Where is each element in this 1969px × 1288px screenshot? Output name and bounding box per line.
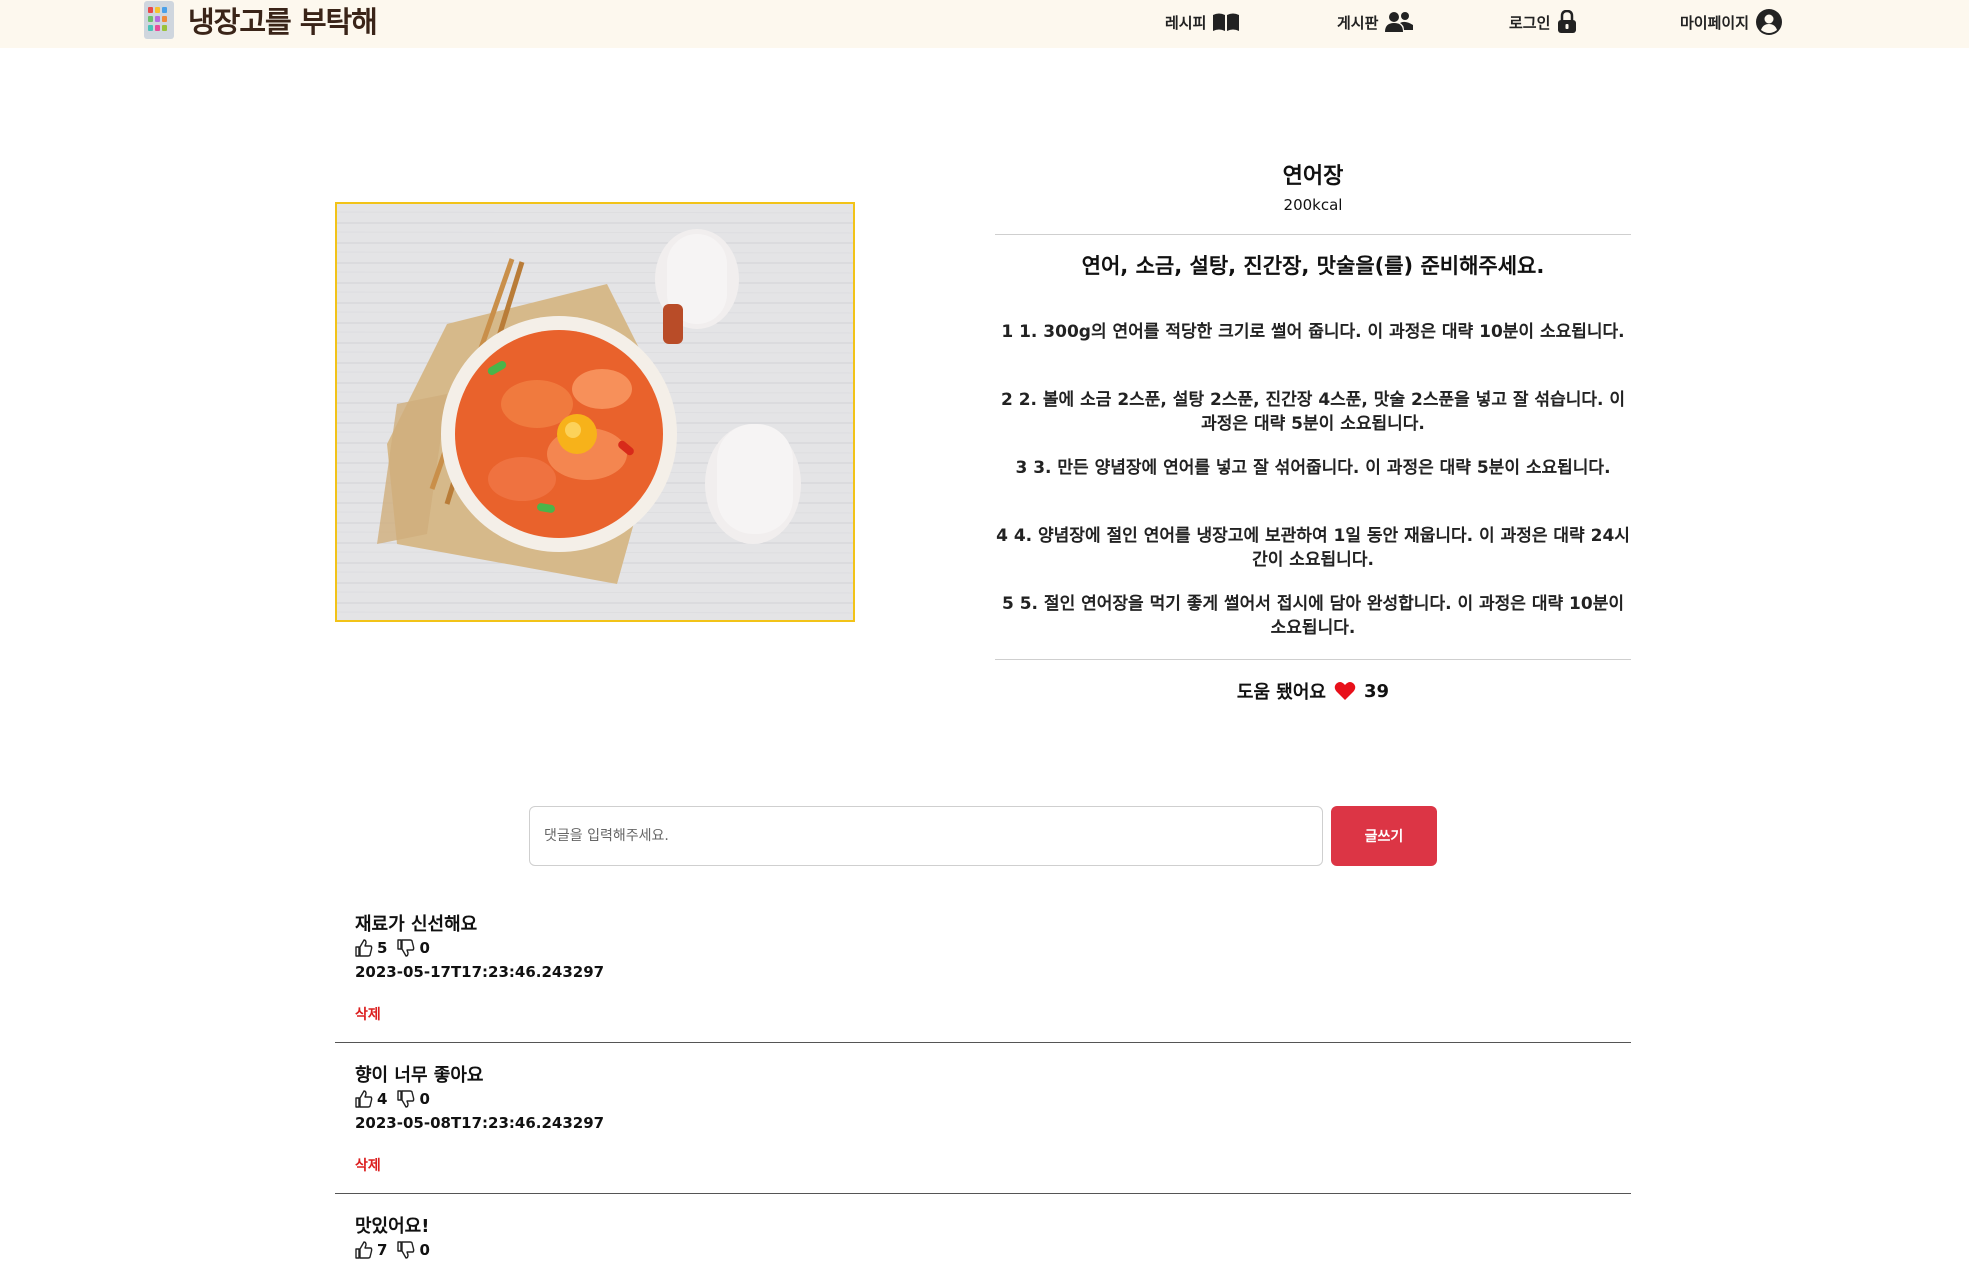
nav-recipe-label: 레시피 [1165, 13, 1207, 32]
nav-mypage-label: 마이페이지 [1680, 13, 1750, 32]
recipe-step: 5 5. 절인 연어장을 먹기 좋게 썰어서 접시에 담아 완성합니다. 이 과… [1001, 594, 1624, 638]
thumbs-down-icon[interactable] [397, 939, 415, 957]
nav-login-label: 로그인 [1509, 13, 1551, 32]
comment-like-count: 5 [377, 939, 388, 957]
comment-like-count: 4 [377, 1090, 388, 1108]
recipe-image [335, 202, 855, 622]
comment-like-count: 7 [377, 1241, 388, 1259]
heart-icon[interactable] [1334, 681, 1356, 701]
thumbs-down-icon[interactable] [397, 1090, 415, 1108]
comment-votes: 7 0 [355, 1241, 430, 1259]
comment-text: 향이 너무 좋아요 [355, 1065, 484, 1086]
divider [995, 234, 1631, 235]
recipe-step: 3 3. 만든 양념장에 연어를 넣고 잘 섞어줍니다. 이 과정은 대략 5분… [1015, 458, 1611, 478]
fridge-logo-icon [140, 1, 180, 39]
delete-comment-button[interactable]: 삭제 [355, 1155, 381, 1175]
recipe-step: 2 2. 볼에 소금 2스푼, 설탕 2스푼, 진간장 4스푼, 맛술 2스푼을… [1000, 390, 1626, 434]
nav-mypage[interactable]: 마이페이지 [1680, 0, 1783, 44]
recipe-step: 4 4. 양념장에 절인 연어를 냉장고에 보관하여 1일 동안 재웁니다. 이… [996, 526, 1630, 570]
users-icon [1385, 12, 1414, 32]
comment-dislike-count: 0 [419, 1241, 430, 1259]
recipe-step: 1 1. 300g의 연어를 적당한 크기로 썰어 줍니다. 이 과정은 대략 … [1001, 322, 1625, 342]
comment-input[interactable] [529, 806, 1323, 866]
helpful-label: 도움 됐어요 [1236, 682, 1326, 703]
recipe-kcal: 200kcal [1283, 196, 1343, 214]
unlock-icon [1558, 10, 1577, 33]
nav-recipe[interactable]: 레시피 [1165, 0, 1240, 44]
thumbs-down-icon[interactable] [397, 1241, 415, 1259]
nav-board-label: 게시판 [1337, 13, 1379, 32]
top-header: 냉장고를 부탁해 레시피 게시판 로그인 마이페이지 [0, 0, 1969, 48]
comment-dislike-count: 0 [419, 1090, 430, 1108]
comment-item: 재료가 신선해요 5 0 2023-05-17T17:23:46.243297 … [335, 892, 1631, 1043]
thumbs-up-icon[interactable] [355, 1241, 373, 1259]
thumbs-up-icon[interactable] [355, 939, 373, 957]
user-circle-icon [1756, 9, 1783, 35]
comment-date: 2023-05-08T17:23:46.243297 [355, 1114, 605, 1132]
site-logo[interactable]: 냉장고를 부탁해 [140, 0, 378, 40]
open-book-icon [1213, 13, 1240, 31]
comment-item: 향이 너무 좋아요 4 0 2023-05-08T17:23:46.243297… [335, 1043, 1631, 1194]
ingredients-text: 연어, 소금, 설탕, 진간장, 맛술을(를) 준비해주세요. [1081, 254, 1545, 278]
comment-item: 맛있어요! 7 0 [335, 1194, 1631, 1288]
comment-text: 재료가 신선해요 [355, 914, 478, 935]
delete-comment-button[interactable]: 삭제 [355, 1004, 381, 1024]
comment-text: 맛있어요! [355, 1216, 430, 1237]
helpful-like-row: 도움 됐어요 39 [995, 678, 1631, 704]
recipe-title: 연어장 [1282, 164, 1344, 189]
divider [995, 659, 1631, 660]
logo-text: 냉장고를 부탁해 [188, 5, 378, 39]
comment-dislike-count: 0 [419, 939, 430, 957]
nav-login[interactable]: 로그인 [1509, 0, 1578, 44]
comment-votes: 5 0 [355, 939, 430, 957]
thumbs-up-icon[interactable] [355, 1090, 373, 1108]
comment-votes: 4 0 [355, 1090, 430, 1108]
comment-date: 2023-05-17T17:23:46.243297 [355, 963, 605, 981]
nav-board[interactable]: 게시판 [1337, 0, 1414, 44]
write-comment-button[interactable]: 글쓰기 [1331, 806, 1437, 866]
like-count: 39 [1364, 680, 1390, 702]
